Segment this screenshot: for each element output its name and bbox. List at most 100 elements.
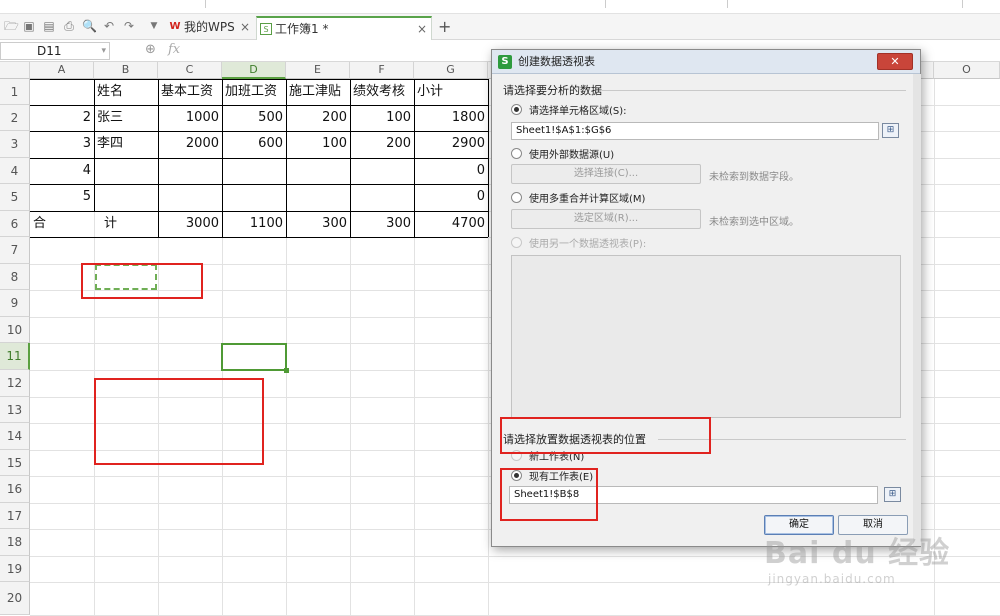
cell-e6[interactable]: 300: [286, 211, 350, 237]
range-input[interactable]: Sheet1!$A$1:$G$6: [511, 122, 879, 140]
cell-a2[interactable]: 2: [30, 105, 94, 131]
cell-a6[interactable]: 合: [30, 211, 94, 237]
cell-c3[interactable]: 2000: [158, 131, 222, 157]
cell-c2[interactable]: 1000: [158, 105, 222, 131]
cell-c4[interactable]: [158, 158, 222, 184]
print-preview-icon[interactable]: 🔍: [82, 19, 97, 33]
cell-b4[interactable]: [94, 158, 158, 184]
cell-b2[interactable]: 张三: [94, 105, 158, 131]
cell-e4[interactable]: [286, 158, 350, 184]
cell-d4[interactable]: [222, 158, 286, 184]
cell-g6[interactable]: 4700: [414, 211, 488, 237]
cell-g4[interactable]: 0: [414, 158, 488, 184]
tab-my-wps[interactable]: W 我的WPS ×: [166, 16, 254, 40]
row-header[interactable]: 1: [0, 79, 30, 105]
save-icon[interactable]: ▣: [22, 19, 36, 33]
cell-f4[interactable]: [350, 158, 414, 184]
fill-handle[interactable]: [284, 368, 289, 373]
customize-toolbar-icon[interactable]: ▼: [147, 19, 161, 33]
cell-b3[interactable]: 李四: [94, 131, 158, 157]
row-header[interactable]: 17: [0, 503, 30, 529]
cell-f6[interactable]: 300: [350, 211, 414, 237]
cell-d5[interactable]: [222, 184, 286, 210]
cell-a4[interactable]: 4: [30, 158, 94, 184]
column-header[interactable]: E: [286, 62, 350, 79]
select-range-button[interactable]: 选定区域(R)...: [511, 209, 701, 229]
undo-icon[interactable]: ↶: [102, 19, 116, 33]
cell-f2[interactable]: 100: [350, 105, 414, 131]
cell-b5[interactable]: [94, 184, 158, 210]
cell-g5[interactable]: 0: [414, 184, 488, 210]
radio-select-range[interactable]: [511, 104, 522, 115]
row-header[interactable]: 19: [0, 556, 30, 582]
select-all-corner[interactable]: [0, 62, 30, 79]
column-header[interactable]: B: [94, 62, 158, 79]
location-picker-icon[interactable]: ⊞: [884, 487, 901, 502]
cell-c1[interactable]: 基本工资: [158, 79, 222, 105]
row-header-selected[interactable]: 11: [0, 343, 30, 370]
cell-d1[interactable]: 加班工资: [222, 79, 286, 105]
column-header[interactable]: O: [934, 62, 1000, 79]
row-header[interactable]: 3: [0, 131, 30, 158]
row-header[interactable]: 16: [0, 476, 30, 503]
pivot-table-list[interactable]: [511, 255, 901, 418]
redo-icon[interactable]: ↷: [122, 19, 136, 33]
column-header[interactable]: C: [158, 62, 222, 79]
row-header[interactable]: 7: [0, 237, 30, 264]
save-as-icon[interactable]: ▤: [42, 19, 56, 33]
range-picker-icon[interactable]: ⊞: [882, 123, 899, 138]
row-header[interactable]: 6: [0, 211, 30, 237]
cell-e5[interactable]: [286, 184, 350, 210]
new-tab-icon[interactable]: +: [438, 17, 451, 36]
cell-b6[interactable]: 计: [94, 211, 158, 237]
row-header[interactable]: 12: [0, 370, 30, 397]
cell-g3[interactable]: 2900: [414, 131, 488, 157]
close-icon[interactable]: ×: [417, 18, 427, 40]
function-icon[interactable]: fx: [168, 42, 180, 57]
row-header[interactable]: 8: [0, 264, 30, 290]
open-folder-icon[interactable]: 🗁: [4, 19, 19, 33]
zoom-icon[interactable]: ⊕: [145, 42, 156, 57]
cell-d2[interactable]: 500: [222, 105, 286, 131]
radio-multiple-ranges[interactable]: [511, 192, 522, 203]
print-icon[interactable]: ⎙: [62, 19, 76, 33]
cell-c6[interactable]: 3000: [158, 211, 222, 237]
row-header[interactable]: 5: [0, 184, 30, 211]
row-header[interactable]: 9: [0, 290, 30, 317]
row-header[interactable]: 4: [0, 158, 30, 184]
close-icon[interactable]: ×: [240, 16, 250, 38]
cell-d3[interactable]: 600: [222, 131, 286, 157]
row-header[interactable]: 2: [0, 105, 30, 131]
column-header[interactable]: G: [414, 62, 488, 79]
tab-workbook[interactable]: S 工作簿1 * ×: [256, 16, 432, 40]
active-cell-d11[interactable]: [221, 343, 287, 371]
cell-f1[interactable]: 绩效考核: [350, 79, 414, 105]
radio-external-source[interactable]: [511, 148, 522, 159]
column-header[interactable]: F: [350, 62, 414, 79]
choose-connection-button[interactable]: 选择连接(C)...: [511, 164, 701, 184]
cell-e3[interactable]: 100: [286, 131, 350, 157]
row-header[interactable]: 14: [0, 423, 30, 450]
cell-e1[interactable]: 施工津贴: [286, 79, 350, 105]
row-header[interactable]: 18: [0, 529, 30, 556]
cell-d6[interactable]: 1100: [222, 211, 286, 237]
close-button[interactable]: ✕: [877, 53, 913, 70]
cell-b1[interactable]: 姓名: [94, 79, 158, 105]
name-box[interactable]: D11 ▾: [0, 42, 110, 60]
cell-a3[interactable]: 3: [30, 131, 94, 157]
cell-c5[interactable]: [158, 184, 222, 210]
cell-a5[interactable]: 5: [30, 184, 94, 210]
column-header[interactable]: A: [30, 62, 94, 79]
cell-g1[interactable]: 小计: [414, 79, 488, 105]
cell-g2[interactable]: 1800: [414, 105, 488, 131]
row-header[interactable]: 10: [0, 317, 30, 343]
chevron-down-icon[interactable]: ▾: [101, 43, 106, 59]
row-header[interactable]: 15: [0, 450, 30, 476]
row-header[interactable]: 13: [0, 397, 30, 423]
column-header-selected[interactable]: D: [222, 62, 286, 79]
cell-f5[interactable]: [350, 184, 414, 210]
row-header[interactable]: 20: [0, 582, 30, 615]
dialog-title-bar[interactable]: S 创建数据透视表 ✕: [492, 50, 920, 74]
cell-e2[interactable]: 200: [286, 105, 350, 131]
cell-f3[interactable]: 200: [350, 131, 414, 157]
